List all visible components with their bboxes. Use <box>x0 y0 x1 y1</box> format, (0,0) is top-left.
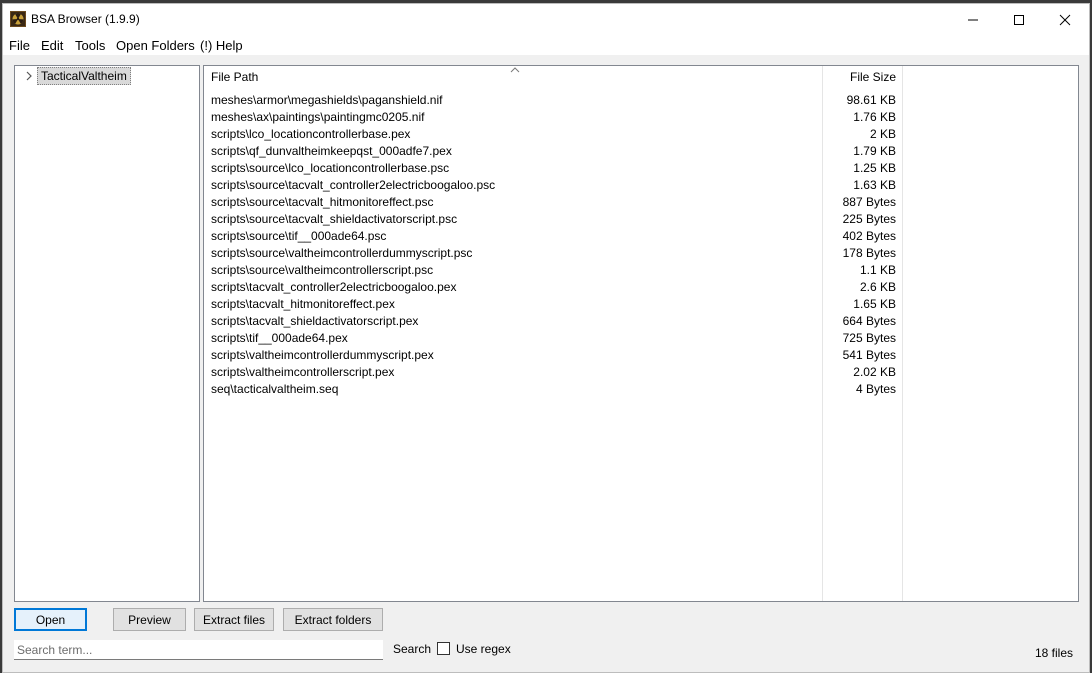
file-size-cell: 2 KB <box>869 127 896 141</box>
extract-folders-button[interactable]: Extract folders <box>283 608 383 631</box>
maximize-button[interactable] <box>996 4 1042 35</box>
title-bar[interactable]: BSA Browser (1.9.9) <box>3 4 1089 35</box>
column-header-file-path-label: File Path <box>211 70 259 84</box>
column-header-file-size[interactable]: File Size <box>823 66 902 88</box>
table-row[interactable]: scripts\source\lco_locationcontrollerbas… <box>204 159 902 176</box>
file-size-cell: 1.25 KB <box>853 161 896 175</box>
file-path-cell: scripts\source\valtheimcontrollerdummysc… <box>211 246 473 260</box>
tree-node-label: TacticalValtheim <box>37 67 131 85</box>
table-row[interactable]: meshes\ax\paintings\paintingmc0205.nif 1.… <box>204 108 902 125</box>
file-size-cell: 4 Bytes <box>855 382 896 396</box>
chevron-right-icon[interactable] <box>23 68 35 84</box>
file-path-cell: scripts\lco_locationcontrollerbase.pex <box>211 127 411 141</box>
file-size-cell: 541 Bytes <box>842 348 896 362</box>
open-button[interactable]: Open <box>14 608 87 631</box>
file-size-cell: 725 Bytes <box>842 331 896 345</box>
file-path-cell: scripts\qf_dunvaltheimkeepqst_000adfe7.p… <box>211 144 452 158</box>
file-path-cell: scripts\valtheimcontrollerdummyscript.pe… <box>211 348 434 362</box>
search-input[interactable] <box>14 640 383 660</box>
preview-button[interactable]: Preview <box>113 608 186 631</box>
file-path-cell: scripts\source\tacvalt_hitmonitoreffect.… <box>211 195 434 209</box>
window-title: BSA Browser (1.9.9) <box>31 12 140 26</box>
file-path-cell: scripts\tacvalt_controller2electricbooga… <box>211 280 457 294</box>
main-window: BSA Browser (1.9.9) File Edit Tools Open… <box>2 3 1090 673</box>
file-size-cell: 2.6 KB <box>859 280 896 294</box>
file-size-cell: 664 Bytes <box>842 314 896 328</box>
file-size-cell: 1.1 KB <box>859 263 896 277</box>
file-path-cell: scripts\source\lco_locationcontrollerbas… <box>211 161 450 175</box>
table-row[interactable]: seq\tacticalvaltheim.seq 4 Bytes <box>204 380 902 397</box>
file-size-cell: 225 Bytes <box>842 212 896 226</box>
use-regex-checkbox[interactable] <box>437 642 450 655</box>
radiation-icon <box>10 11 26 27</box>
archive-tree[interactable]: TacticalValtheim <box>14 65 200 602</box>
file-size-cell: 1.63 KB <box>853 178 896 192</box>
table-row[interactable]: scripts\tacvalt_shieldactivatorscript.pe… <box>204 312 902 329</box>
minimize-icon <box>968 19 978 20</box>
file-size-cell: 178 Bytes <box>842 246 896 260</box>
search-label[interactable]: Search <box>393 642 431 656</box>
table-row[interactable]: scripts\source\tacvalt_hitmonitoreffect.… <box>204 193 902 210</box>
close-button[interactable] <box>1042 4 1088 35</box>
menu-file[interactable]: File <box>7 38 32 53</box>
sort-ascending-icon <box>510 67 520 73</box>
extract-files-button[interactable]: Extract files <box>194 608 274 631</box>
table-row[interactable]: scripts\tacvalt_controller2electricbooga… <box>204 278 902 295</box>
file-size-cell: 1.76 KB <box>853 110 896 124</box>
use-regex-label[interactable]: Use regex <box>456 642 511 656</box>
table-row[interactable]: scripts\lco_locationcontrollerbase.pex 2 … <box>204 125 902 142</box>
file-path-cell: meshes\armor\megashields\paganshield.nif <box>211 93 443 107</box>
table-row[interactable]: scripts\source\tacvalt_shieldactivatorsc… <box>204 210 902 227</box>
table-row[interactable]: scripts\source\tacvalt_controller2electr… <box>204 176 902 193</box>
menu-bar: File Edit Tools Open Folders (!) Help <box>3 35 1089 55</box>
tree-node-root[interactable]: TacticalValtheim <box>23 67 131 85</box>
file-size-cell: 2.02 KB <box>853 365 896 379</box>
table-row[interactable]: scripts\valtheimcontrollerdummyscript.pe… <box>204 346 902 363</box>
table-row[interactable]: scripts\qf_dunvaltheimkeepqst_000adfe7.p… <box>204 142 902 159</box>
file-list[interactable]: File Path File Size meshes\armor\megashi… <box>203 65 1079 602</box>
file-path-cell: scripts\valtheimcontrollerscript.pex <box>211 365 395 379</box>
file-path-cell: scripts\source\tacvalt_shieldactivatorsc… <box>211 212 458 226</box>
menu-open-folders[interactable]: Open Folders <box>114 38 197 53</box>
file-size-cell: 1.79 KB <box>853 144 896 158</box>
file-path-cell: scripts\source\tif__000ade64.psc <box>211 229 387 243</box>
table-row[interactable]: scripts\valtheimcontrollerscript.pex 2.02… <box>204 363 902 380</box>
file-path-cell: scripts\source\tacvalt_controller2electr… <box>211 178 496 192</box>
file-count-status: 18 files <box>1034 646 1073 660</box>
file-path-cell: scripts\source\valtheimcontrollerscript.… <box>211 263 434 277</box>
table-row[interactable]: scripts\source\tif__000ade64.psc 402 Byte… <box>204 227 902 244</box>
table-row[interactable]: scripts\source\valtheimcontrollerdummysc… <box>204 244 902 261</box>
column-header-file-size-label: File Size <box>849 70 896 84</box>
menu-tools[interactable]: Tools <box>73 38 107 53</box>
file-size-cell: 1.65 KB <box>853 297 896 311</box>
maximize-icon <box>1014 14 1024 25</box>
menu-help[interactable]: (!) Help <box>198 38 245 53</box>
minimize-button[interactable] <box>950 4 996 35</box>
table-row[interactable]: scripts\tif__000ade64.pex 725 Bytes <box>204 329 902 346</box>
file-size-cell: 98.61 KB <box>846 93 896 107</box>
table-row[interactable]: scripts\tacvalt_hitmonitoreffect.pex 1.65… <box>204 295 902 312</box>
table-row[interactable]: meshes\armor\megashields\paganshield.nif… <box>204 91 902 108</box>
close-icon <box>1059 14 1071 25</box>
table-row[interactable]: scripts\source\valtheimcontrollerscript.… <box>204 261 902 278</box>
file-path-cell: scripts\tacvalt_hitmonitoreffect.pex <box>211 297 395 311</box>
file-path-cell: meshes\ax\paintings\paintingmc0205.nif <box>211 110 425 124</box>
file-path-cell: scripts\tif__000ade64.pex <box>211 331 348 345</box>
file-path-cell: seq\tacticalvaltheim.seq <box>211 382 339 396</box>
menu-edit[interactable]: Edit <box>39 38 65 53</box>
file-path-cell: scripts\tacvalt_shieldactivatorscript.pe… <box>211 314 419 328</box>
file-size-cell: 402 Bytes <box>842 229 896 243</box>
file-rows: meshes\armor\megashields\paganshield.nif… <box>204 91 1078 397</box>
file-size-cell: 887 Bytes <box>842 195 896 209</box>
